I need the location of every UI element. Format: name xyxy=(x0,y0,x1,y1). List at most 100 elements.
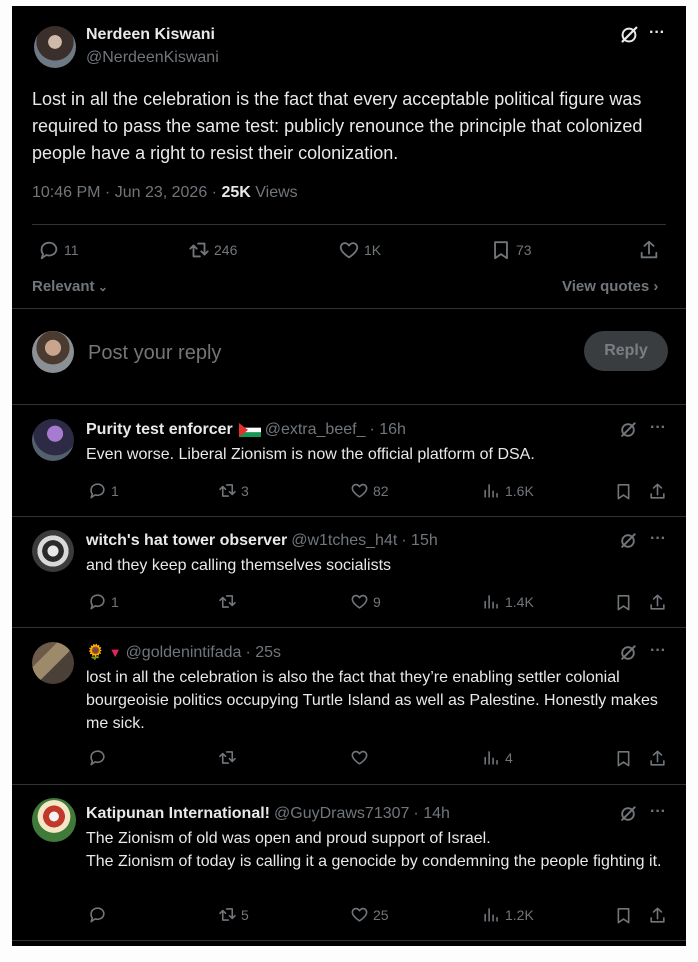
like-action[interactable]: 9 xyxy=(350,592,381,611)
more-options-button[interactable]: ··· xyxy=(650,803,666,821)
reply-author-handle[interactable]: @w1tches_h4t xyxy=(291,531,397,551)
more-options-button[interactable]: ··· xyxy=(650,530,666,548)
views-action[interactable]: 1.6K xyxy=(482,481,534,500)
reply-icon xyxy=(88,592,107,611)
repost-count: 3 xyxy=(241,482,249,499)
reply-icon xyxy=(88,748,107,767)
repost-action[interactable] xyxy=(218,592,241,611)
reply-action[interactable]: 1 xyxy=(88,592,119,611)
reply-input[interactable] xyxy=(86,336,510,370)
views-action[interactable]: 4 xyxy=(482,748,513,767)
grok-icon[interactable] xyxy=(618,24,640,46)
reply-author-name[interactable]: 🌻 xyxy=(86,643,105,663)
bookmark-action[interactable]: 73 xyxy=(490,239,532,261)
author-avatar[interactable] xyxy=(34,26,76,68)
more-options-button[interactable]: ··· xyxy=(650,419,666,437)
reply-author-name[interactable]: Katipunan International! xyxy=(86,804,270,824)
divider xyxy=(12,627,686,628)
reply-time[interactable]: · 16h xyxy=(369,420,405,440)
reply-header: 🌻 ▼ @goldenintifada · 25s xyxy=(86,643,281,663)
reply-count: 1 xyxy=(111,482,119,499)
repost-action[interactable]: 246 xyxy=(188,239,237,261)
bookmark-icon[interactable] xyxy=(614,906,633,925)
user-avatar[interactable] xyxy=(32,331,74,373)
divider xyxy=(32,224,666,225)
reply-icon xyxy=(38,239,60,261)
like-action[interactable]: 82 xyxy=(350,481,389,500)
reply-author-name[interactable]: Purity test enforcer xyxy=(86,420,233,440)
like-count: 82 xyxy=(373,482,389,499)
grok-icon[interactable] xyxy=(618,531,638,551)
reply-avatar[interactable] xyxy=(32,798,76,842)
like-action[interactable] xyxy=(350,748,373,767)
reply-author-handle[interactable]: @goldenintifada xyxy=(126,643,242,663)
post-timestamp[interactable]: 10:46 PM · Jun 23, 2026 · xyxy=(32,184,221,201)
reply-action[interactable]: 11 xyxy=(38,239,79,261)
grok-icon[interactable] xyxy=(618,804,638,824)
repost-action[interactable] xyxy=(218,748,241,767)
repost-count: 5 xyxy=(241,906,249,923)
post-text: Lost in all the celebration is the fact … xyxy=(32,89,643,163)
repost-icon xyxy=(218,592,237,611)
like-action[interactable]: 1K xyxy=(338,239,381,261)
views-action[interactable]: 1.2K xyxy=(482,905,534,924)
view-quotes-link[interactable]: View quotes › xyxy=(562,278,658,295)
share-action[interactable] xyxy=(638,239,660,261)
reply-avatar[interactable] xyxy=(32,419,74,461)
sort-dropdown[interactable]: Relevant ⌄ xyxy=(32,278,108,295)
reply-icon xyxy=(88,905,107,924)
divider xyxy=(12,516,686,517)
view-quotes-label: View quotes xyxy=(562,278,650,295)
reply-author-handle[interactable]: @extra_beef_ xyxy=(265,420,366,440)
reply-time[interactable]: · 25s xyxy=(245,643,281,663)
more-options-button[interactable]: ··· xyxy=(649,24,665,42)
reply-action[interactable]: 1 xyxy=(88,481,119,500)
repost-action[interactable]: 3 xyxy=(218,481,249,500)
like-count: 25 xyxy=(373,906,389,923)
heart-icon xyxy=(350,748,369,767)
share-icon[interactable] xyxy=(648,593,667,612)
reply-text: Even worse. Liberal Zionism is now the o… xyxy=(86,446,535,463)
repost-action[interactable]: 5 xyxy=(218,905,249,924)
author-name[interactable]: Nerdeen Kiswani xyxy=(86,26,215,44)
reply-count: 1 xyxy=(111,593,119,610)
reply-button[interactable]: Reply xyxy=(584,331,668,371)
views-count: 1.6K xyxy=(505,482,534,499)
more-options-button[interactable]: ··· xyxy=(650,642,666,660)
reply-header: Katipunan International! @GuyDraws71307 … xyxy=(86,804,450,824)
views-count: 1.4K xyxy=(505,593,534,610)
views-icon xyxy=(482,481,501,500)
heart-icon xyxy=(338,239,360,261)
bookmark-icon[interactable] xyxy=(614,593,633,612)
reply-author-name[interactable]: witch's hat tower observer xyxy=(86,531,287,551)
reply-text: The Zionism of old was open and proud su… xyxy=(86,830,491,847)
grok-icon[interactable] xyxy=(618,643,638,663)
divider xyxy=(12,404,686,405)
reply-time[interactable]: · 14h xyxy=(413,804,449,824)
bookmark-icon[interactable] xyxy=(614,482,633,501)
reply-icon xyxy=(88,481,107,500)
share-icon xyxy=(638,239,660,261)
reply-text: lost in all the celebration is also the … xyxy=(86,669,658,732)
like-action[interactable]: 25 xyxy=(350,905,389,924)
author-handle[interactable]: @NerdeenKiswani xyxy=(86,49,219,67)
bookmark-icon[interactable] xyxy=(614,749,633,768)
reply-text: and they keep calling themselves sociali… xyxy=(86,557,392,574)
grok-icon[interactable] xyxy=(618,420,638,440)
share-icon[interactable] xyxy=(648,906,667,925)
reply-avatar[interactable] xyxy=(32,642,74,684)
views-icon xyxy=(482,905,501,924)
post-timestamp-row: 10:46 PM · Jun 23, 2026 · 25K Views xyxy=(32,184,298,202)
views-icon xyxy=(482,592,501,611)
reply-action[interactable] xyxy=(88,748,111,767)
reply-avatar[interactable] xyxy=(32,530,74,572)
repost-icon xyxy=(218,748,237,767)
views-action[interactable]: 1.4K xyxy=(482,592,534,611)
share-icon[interactable] xyxy=(648,749,667,768)
share-icon[interactable] xyxy=(648,482,667,501)
reply-time[interactable]: · 15h xyxy=(401,531,437,551)
reply-action[interactable] xyxy=(88,905,111,924)
divider xyxy=(12,308,686,309)
reply-author-handle[interactable]: @GuyDraws71307 xyxy=(274,804,409,824)
view-count: 25K xyxy=(221,184,251,201)
